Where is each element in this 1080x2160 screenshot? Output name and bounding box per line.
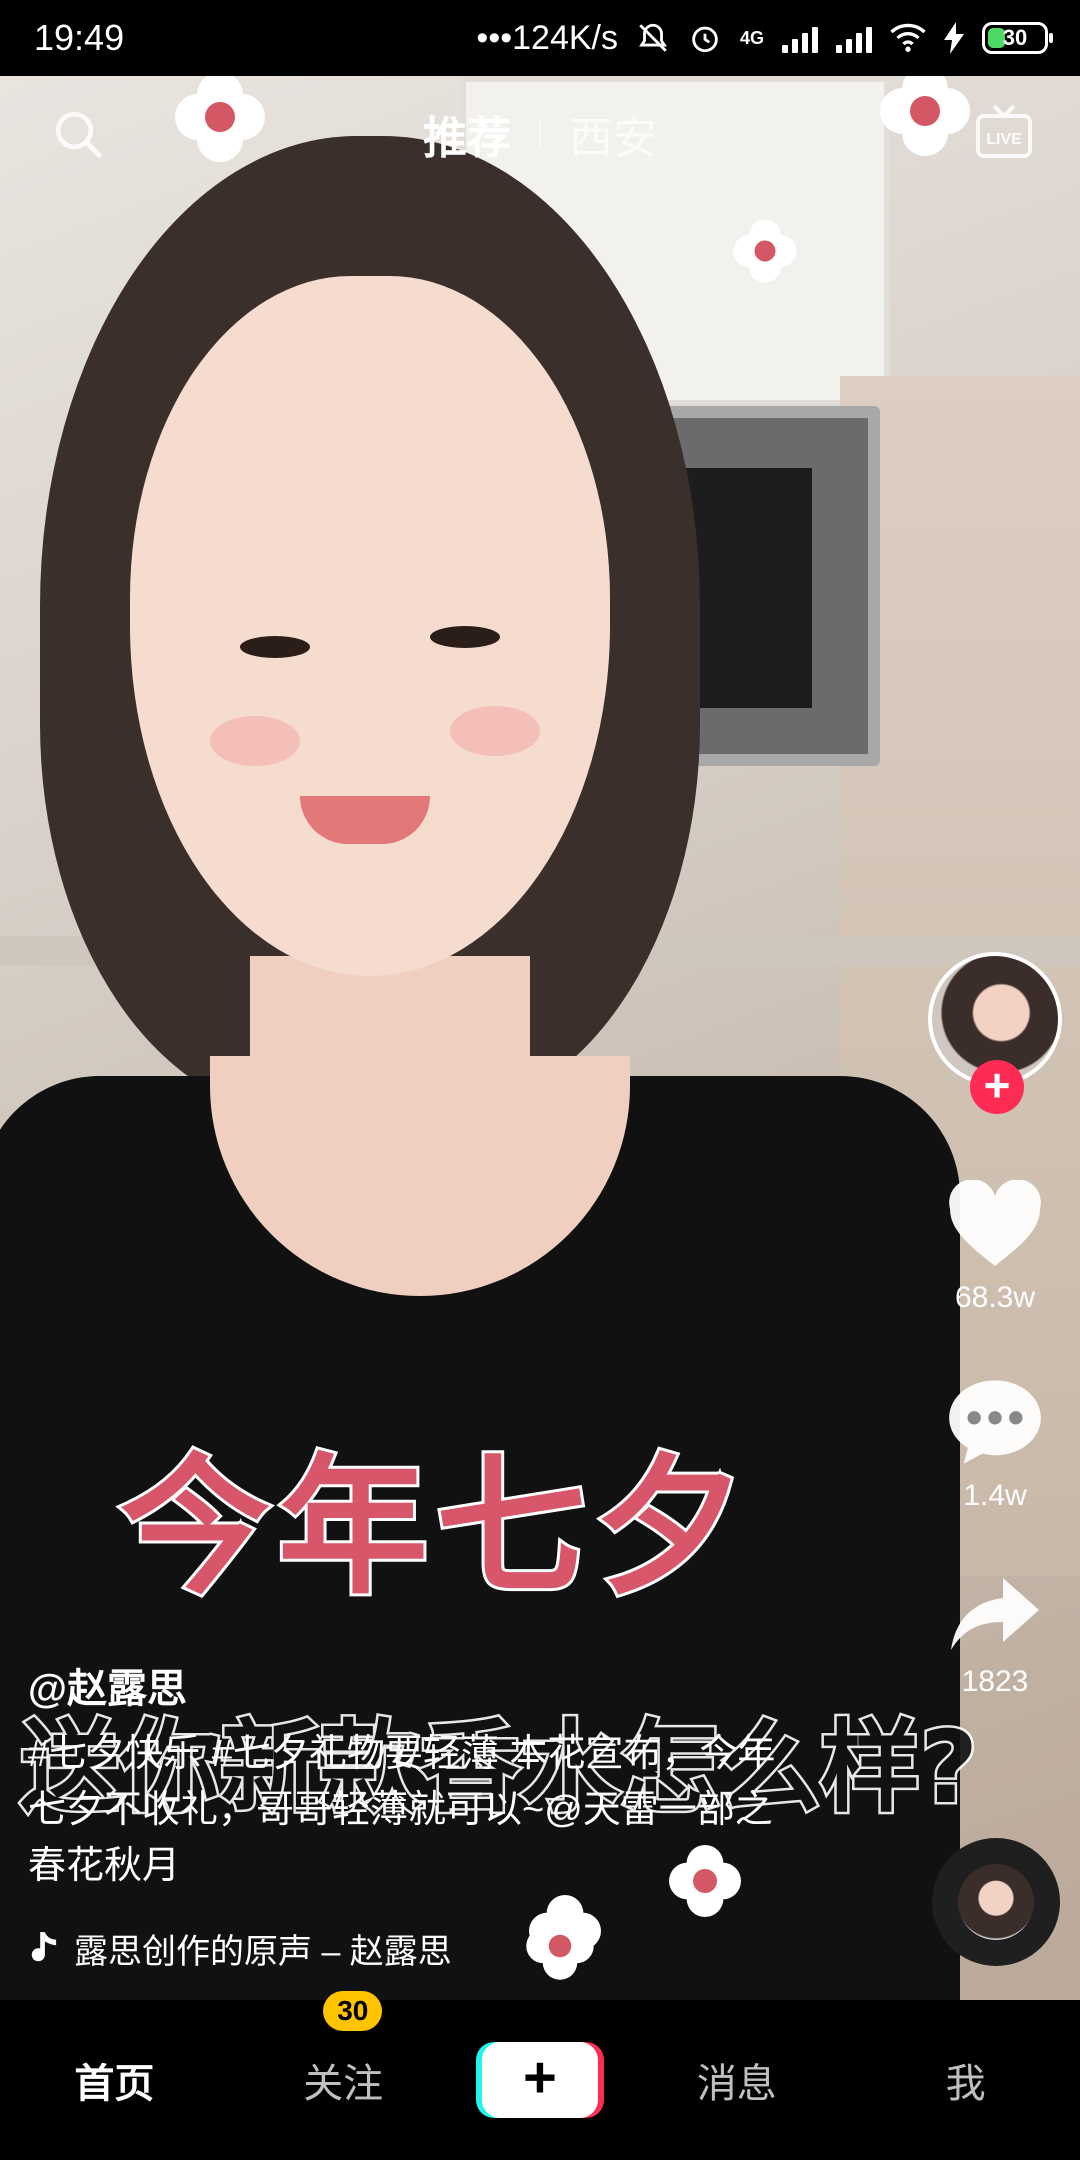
person-smile [300,796,430,844]
live-icon[interactable]: LIVE [972,100,1036,164]
tab-me[interactable]: 我 [876,2051,1056,2109]
follow-button[interactable]: + [970,1060,1024,1114]
tab-recommend[interactable]: 推荐 [423,102,511,166]
cell-signal-2-icon [836,23,872,53]
like-count: 68.3w [954,1281,1036,1314]
tab-local-city[interactable]: 西安 [569,102,657,166]
person-cheek-right [450,706,540,756]
tab-following-label: 关注 [303,2062,384,2106]
status-icons: •••124K/s 4G 30 [476,18,1053,58]
status-time: 19:49 [34,17,125,58]
battery-level: 30 [1002,25,1028,50]
create-button[interactable]: + [475,2042,604,2118]
top-nav: 推荐 西安 LIVE [0,96,1080,176]
network-type-label: 4G [739,27,764,48]
net-speed: •••124K/s [476,18,618,57]
comment-count: 1.4w [963,1479,1027,1512]
comment-icon [949,1380,1041,1464]
person-eye-left [240,636,310,658]
author-name[interactable]: @赵露思 [28,1656,187,1714]
charging-icon [944,22,964,54]
share-button[interactable]: 1823 [935,1574,1055,1699]
cell-signal-icon [782,23,818,53]
person-face [130,276,610,976]
feed-tabs: 推荐 西安 [0,102,1080,166]
like-button[interactable]: 68.3w [935,1179,1055,1315]
music-disc[interactable] [932,1838,1060,1966]
flower-sticker-6 [526,1912,594,1980]
music-note-icon [31,1931,57,1961]
bottom-tab-bar: 首页 关注 30 + 消息 我 [0,1991,1080,2160]
person-eye-right [430,626,500,648]
music-title: 露思创作的原声 – 赵露思 [74,1933,452,1971]
music-info[interactable]: 露思创作的原声 – 赵露思 [28,1924,452,1973]
share-arrow-icon [951,1578,1039,1650]
battery-icon: 30 [982,22,1053,54]
share-count: 1823 [961,1665,1029,1698]
comment-button[interactable]: 1.4w [935,1376,1055,1513]
heart-icon [949,1179,1041,1266]
alarm-icon [692,26,718,53]
video-overlay-title: 今年七夕 [117,1438,753,1618]
person-cheek-left [210,716,300,766]
following-badge: 30 [323,1991,383,2031]
tab-divider [539,119,541,149]
tab-following[interactable]: 关注 30 [253,1991,433,2109]
tab-messages[interactable]: 消息 [647,2051,827,2109]
creator-avatar-wrap: + [928,952,1062,1114]
status-bar: 19:49 •••124K/s 4G 30 [0,0,1080,76]
post-description[interactable]: #七夕快乐 #七夕礼物要轻薄 本花宣布，今年七夕不收礼，哥哥轻薄就可以~@天雷一… [28,1726,808,1894]
live-text: LIVE [986,131,1022,148]
mute-bell-icon [639,23,667,52]
tab-home[interactable]: 首页 [24,2051,204,2109]
wifi-icon [890,23,926,52]
create-plus-label: + [481,2042,598,2118]
flower-sticker-3 [733,219,797,283]
